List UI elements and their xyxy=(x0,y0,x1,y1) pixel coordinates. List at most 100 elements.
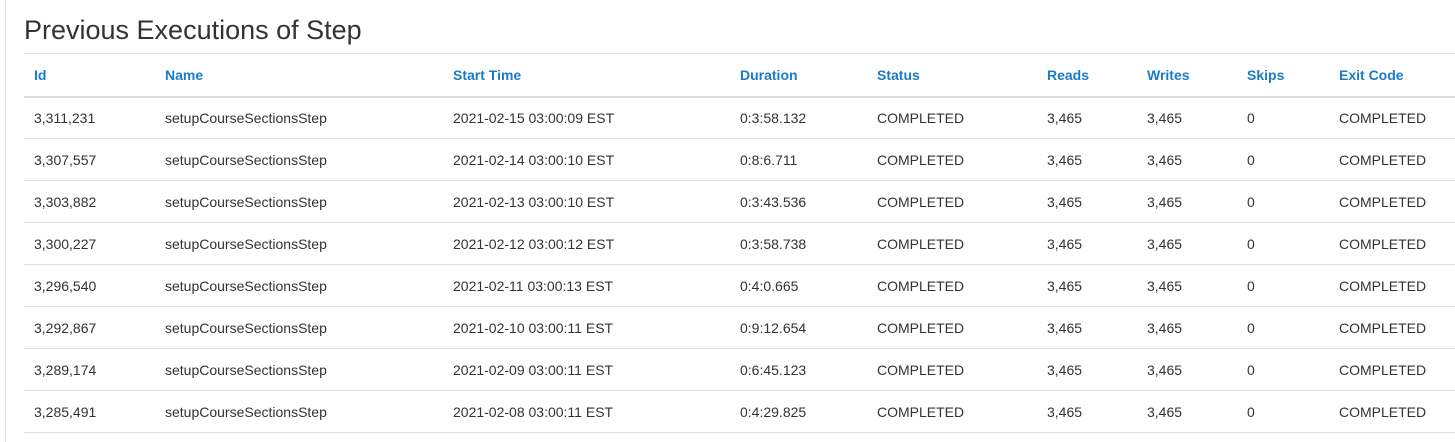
column-header-exit-code[interactable]: Exit Code xyxy=(1329,54,1455,97)
column-header-name[interactable]: Name xyxy=(155,54,443,97)
name-cell: setupCourseSectionsStep xyxy=(165,277,327,294)
id-cell: 3,311,231 xyxy=(34,109,96,126)
name-cell: setupCourseSectionsStep xyxy=(165,319,327,336)
skips-cell: 0 xyxy=(1247,277,1255,294)
status-cell: COMPLETED xyxy=(877,277,965,294)
duration-cell: 0:3:58.132 xyxy=(740,109,807,126)
name-cell: setupCourseSectionsStep xyxy=(165,235,327,252)
column-header-id-label[interactable]: Id xyxy=(34,67,46,83)
exit-code-cell: COMPLETED xyxy=(1339,319,1427,336)
status-cell: COMPLETED xyxy=(877,235,965,252)
table-header: Id Name Start Time Duration Status Reads… xyxy=(24,53,1455,97)
skips-cell: 0 xyxy=(1247,361,1255,378)
page-title: Previous Executions of Step xyxy=(24,15,362,45)
id-cell: 3,307,557 xyxy=(34,151,97,168)
column-header-status-label[interactable]: Status xyxy=(877,67,920,83)
reads-cell: 3,465 xyxy=(1047,403,1083,420)
writes-cell: 3,465 xyxy=(1147,319,1183,336)
status-cell: COMPLETED xyxy=(877,151,965,168)
column-header-skips[interactable]: Skips xyxy=(1237,54,1329,97)
column-header-skips-label[interactable]: Skips xyxy=(1247,67,1284,83)
skips-cell: 0 xyxy=(1247,403,1255,420)
start-time-cell: 2021-02-10 03:00:11 EST xyxy=(453,319,614,336)
skips-cell: 0 xyxy=(1247,109,1255,126)
start-time-cell: 2021-02-12 03:00:12 EST xyxy=(453,235,615,252)
id-cell: 3,292,867 xyxy=(34,319,97,336)
start-time-cell: 2021-02-09 03:00:11 EST xyxy=(453,361,614,378)
column-header-reads-label[interactable]: Reads xyxy=(1047,67,1089,83)
writes-cell: 3,465 xyxy=(1147,361,1183,378)
column-header-name-label[interactable]: Name xyxy=(165,67,203,83)
start-time-cell: 2021-02-11 03:00:13 EST xyxy=(453,277,614,294)
id-cell: 3,300,227 xyxy=(34,235,97,252)
column-header-reads[interactable]: Reads xyxy=(1037,54,1137,97)
column-header-writes-label[interactable]: Writes xyxy=(1147,67,1190,83)
writes-cell: 3,465 xyxy=(1147,151,1183,168)
writes-cell: 3,465 xyxy=(1147,235,1183,252)
column-header-duration-label[interactable]: Duration xyxy=(740,67,798,83)
table-row[interactable]: 3,307,557 setupCourseSectionsStep 2021-02-… xyxy=(24,139,1455,181)
executions-table-container: Id Name Start Time Duration Status Reads… xyxy=(24,53,1455,433)
executions-table: Id Name Start Time Duration Status Reads… xyxy=(24,53,1455,433)
duration-cell: 0:4:29.825 xyxy=(740,403,807,420)
column-header-status[interactable]: Status xyxy=(867,54,1037,97)
status-cell: COMPLETED xyxy=(877,403,965,420)
duration-cell: 0:4:0.665 xyxy=(740,277,799,294)
reads-cell: 3,465 xyxy=(1047,193,1083,210)
duration-cell: 0:8:6.711 xyxy=(740,151,798,168)
start-time-cell: 2021-02-15 03:00:09 EST xyxy=(453,109,615,126)
status-cell: COMPLETED xyxy=(877,193,965,210)
id-cell: 3,296,540 xyxy=(34,277,97,294)
table-row[interactable]: 3,303,882 setupCourseSectionsStep 2021-02-… xyxy=(24,181,1455,223)
table-row[interactable]: 3,300,227 setupCourseSectionsStep 2021-02-… xyxy=(24,223,1455,265)
name-cell: setupCourseSectionsStep xyxy=(165,361,327,378)
column-header-id[interactable]: Id xyxy=(24,54,155,97)
writes-cell: 3,465 xyxy=(1147,403,1183,420)
writes-cell: 3,465 xyxy=(1147,193,1183,210)
column-header-exit-code-label[interactable]: Exit Code xyxy=(1339,67,1404,83)
left-divider xyxy=(5,0,6,442)
writes-cell: 3,465 xyxy=(1147,277,1183,294)
start-time-cell: 2021-02-08 03:00:11 EST xyxy=(453,403,614,420)
reads-cell: 3,465 xyxy=(1047,361,1083,378)
skips-cell: 0 xyxy=(1247,319,1255,336)
skips-cell: 0 xyxy=(1247,193,1255,210)
page: Previous Executions of Step Id Name Star… xyxy=(0,0,1455,442)
duration-cell: 0:3:43.536 xyxy=(740,193,807,210)
reads-cell: 3,465 xyxy=(1047,235,1083,252)
status-cell: COMPLETED xyxy=(877,109,965,126)
reads-cell: 3,465 xyxy=(1047,109,1083,126)
table-body: 3,311,231 setupCourseSectionsStep 2021-02-… xyxy=(24,97,1455,433)
name-cell: setupCourseSectionsStep xyxy=(165,109,327,126)
id-cell: 3,303,882 xyxy=(34,193,97,210)
status-cell: COMPLETED xyxy=(877,319,965,336)
exit-code-cell: COMPLETED xyxy=(1339,277,1427,294)
exit-code-cell: COMPLETED xyxy=(1339,361,1427,378)
reads-cell: 3,465 xyxy=(1047,277,1083,294)
exit-code-cell: COMPLETED xyxy=(1339,403,1427,420)
name-cell: setupCourseSectionsStep xyxy=(165,403,327,420)
column-header-duration[interactable]: Duration xyxy=(730,54,867,97)
table-row[interactable]: 3,285,491 setupCourseSectionsStep 2021-02-… xyxy=(24,391,1455,433)
column-header-writes[interactable]: Writes xyxy=(1137,54,1237,97)
id-cell: 3,285,491 xyxy=(34,403,97,420)
table-row[interactable]: 3,311,231 setupCourseSectionsStep 2021-02-… xyxy=(24,97,1455,139)
status-cell: COMPLETED xyxy=(877,361,965,378)
writes-cell: 3,465 xyxy=(1147,109,1183,126)
table-row[interactable]: 3,296,540 setupCourseSectionsStep 2021-02-… xyxy=(24,265,1455,307)
column-header-start-time[interactable]: Start Time xyxy=(443,54,730,97)
skips-cell: 0 xyxy=(1247,235,1255,252)
table-row[interactable]: 3,292,867 setupCourseSectionsStep 2021-02-… xyxy=(24,307,1455,349)
column-header-start-time-label[interactable]: Start Time xyxy=(453,67,521,83)
header-row: Id Name Start Time Duration Status Reads… xyxy=(24,53,1455,97)
duration-cell: 0:3:58.738 xyxy=(740,235,807,252)
start-time-cell: 2021-02-13 03:00:10 EST xyxy=(453,193,615,210)
reads-cell: 3,465 xyxy=(1047,151,1083,168)
duration-cell: 0:6:45.123 xyxy=(740,361,807,378)
exit-code-cell: COMPLETED xyxy=(1339,109,1427,126)
table-row[interactable]: 3,289,174 setupCourseSectionsStep 2021-02-… xyxy=(24,349,1455,391)
start-time-cell: 2021-02-14 03:00:10 EST xyxy=(453,151,615,168)
exit-code-cell: COMPLETED xyxy=(1339,235,1427,252)
skips-cell: 0 xyxy=(1247,151,1255,168)
name-cell: setupCourseSectionsStep xyxy=(165,193,327,210)
